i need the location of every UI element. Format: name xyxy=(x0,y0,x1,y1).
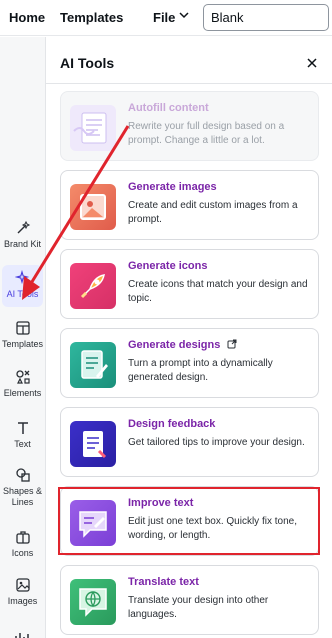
card-description: Rewrite your full design based on a prom… xyxy=(128,121,285,146)
rail-item-elements[interactable]: Elements xyxy=(0,369,45,399)
chart-icon xyxy=(15,633,29,638)
panel-title: AI Tools xyxy=(60,55,115,71)
nav-home[interactable]: Home xyxy=(9,10,45,25)
chevron-down-icon[interactable] xyxy=(178,9,190,21)
brand-kit-icon xyxy=(17,220,30,234)
elements-icon xyxy=(15,370,30,384)
divider xyxy=(46,83,332,84)
card-generate-designs[interactable]: Generate designs Turn a prompt into a dy… xyxy=(60,328,319,398)
external-link-icon xyxy=(227,339,237,349)
close-icon[interactable] xyxy=(305,56,319,70)
rail-item-templates[interactable]: Templates xyxy=(0,320,45,350)
rail-label: Templates xyxy=(1,339,44,349)
text-icon xyxy=(17,422,28,434)
document-lines-icon xyxy=(73,112,107,144)
side-rail: Brand Kit AI Tools Templates Elements Te… xyxy=(0,37,45,638)
top-bar: Home Templates File xyxy=(0,0,332,36)
card-title: Generate designs xyxy=(128,339,237,351)
card-autofill-content: Autofill content Rewrite your full desig… xyxy=(60,91,319,161)
rail-item-text[interactable]: Text xyxy=(0,420,45,450)
generate-images-thumbnail xyxy=(70,184,116,230)
image-frame-icon xyxy=(80,194,106,220)
rail-label: Images xyxy=(7,596,38,606)
card-description: Create icons that match your design and … xyxy=(128,279,308,304)
rail-label: AI Tools xyxy=(6,289,39,299)
globe-translate-icon xyxy=(79,588,107,617)
rail-label: Brand Kit xyxy=(3,239,42,249)
rail-item-images[interactable]: Images xyxy=(0,577,45,607)
rail-label: Shapes & Lines xyxy=(2,486,43,507)
rail-item-shapes-lines[interactable]: Shapes & Lines xyxy=(0,467,45,508)
rail-item-more[interactable] xyxy=(14,629,30,638)
ai-sparkle-icon xyxy=(14,270,29,285)
card-title: Autofill content xyxy=(128,102,209,114)
generate-icons-thumbnail xyxy=(70,263,116,309)
nav-file-menu[interactable]: File xyxy=(153,10,175,25)
rocket-icon xyxy=(80,274,105,299)
shapes-icon xyxy=(15,468,30,482)
feedback-document-icon xyxy=(83,431,107,459)
rail-label: Text xyxy=(14,439,31,449)
rail-label: Icons xyxy=(11,548,34,558)
card-description: Translate your design into other languag… xyxy=(128,595,269,620)
images-icon xyxy=(15,578,30,592)
rail-item-icons[interactable]: Icons xyxy=(0,529,45,559)
card-generate-images[interactable]: Generate images Create and edit custom i… xyxy=(60,170,319,240)
card-generate-icons[interactable]: Generate icons Create icons that match y… xyxy=(60,249,319,319)
card-translate-text[interactable]: Translate text Translate your design int… xyxy=(60,565,319,635)
card-description: Turn a prompt into a dynamically generat… xyxy=(128,358,273,383)
card-title: Generate icons xyxy=(128,260,208,272)
generate-designs-thumbnail xyxy=(70,342,116,388)
templates-icon xyxy=(15,321,30,335)
card-description: Get tailored tips to improve your design… xyxy=(128,437,305,448)
card-description: Create and edit custom images from a pro… xyxy=(128,200,298,225)
card-title: Design feedback xyxy=(128,418,216,430)
nav-templates[interactable]: Templates xyxy=(60,10,123,25)
rail-item-ai-tools[interactable]: AI Tools xyxy=(2,265,43,307)
rail-item-brand-kit[interactable]: Brand Kit xyxy=(0,220,45,250)
card-title: Generate images xyxy=(128,181,217,193)
card-design-feedback[interactable]: Design feedback Get tailored tips to imp… xyxy=(60,407,319,477)
rail-label: Elements xyxy=(3,388,42,398)
design-title-input[interactable] xyxy=(203,4,329,31)
autofill-thumbnail xyxy=(70,105,116,151)
icons-icon xyxy=(15,531,30,544)
card-title: Translate text xyxy=(128,576,199,588)
design-feedback-thumbnail xyxy=(70,421,116,467)
highlight-box xyxy=(58,487,320,555)
document-pen-icon xyxy=(81,350,108,379)
card-title-text: Generate designs xyxy=(128,339,221,351)
translate-text-thumbnail xyxy=(70,579,116,625)
